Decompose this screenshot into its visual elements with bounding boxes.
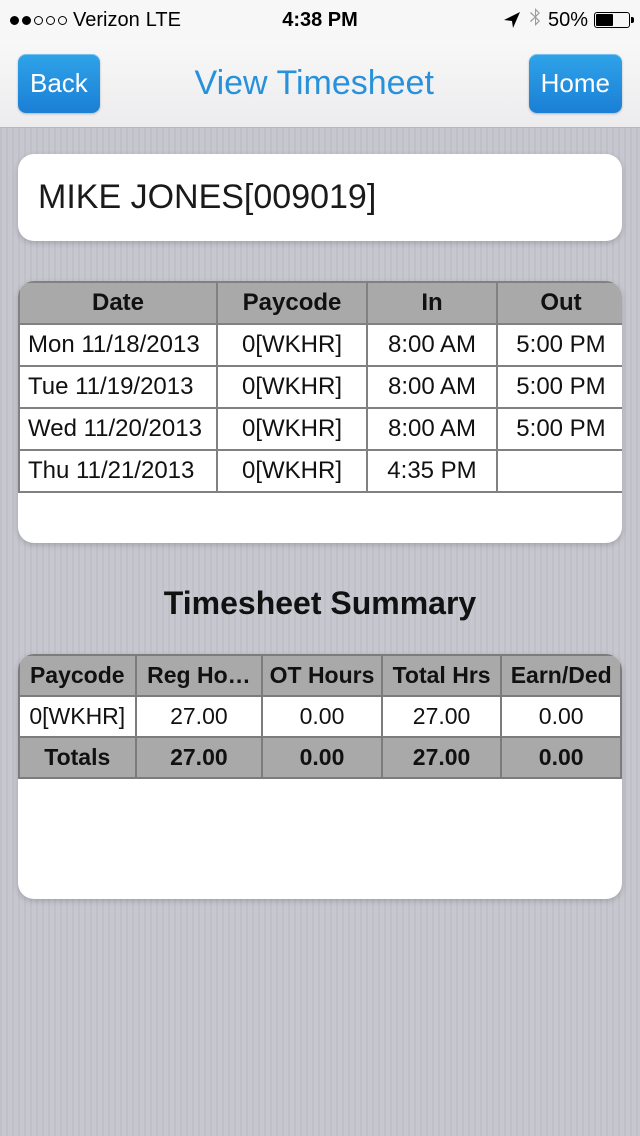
cell-paycode: 0[WKHR] (217, 324, 367, 366)
status-left: Verizon LTE (10, 9, 181, 32)
cell-totals-earn: 0.00 (501, 737, 621, 778)
col-header-out: Out (497, 282, 622, 324)
cell-out: 5:00 PM (497, 324, 622, 366)
network-label: LTE (146, 9, 181, 32)
summary-table: Paycode Reg Ho… OT Hours Total Hrs Earn/… (18, 654, 622, 779)
nav-bar: Back View Timesheet Home (0, 40, 640, 128)
page-title: View Timesheet (195, 64, 434, 103)
timesheet-row[interactable]: Thu 11/21/20130[WKHR]4:35 PM (19, 450, 622, 492)
cell-paycode: 0[WKHR] (217, 366, 367, 408)
col-header-in: In (367, 282, 497, 324)
cell-paycode: 0[WKHR] (217, 408, 367, 450)
cell-totals-ot: 0.00 (262, 737, 382, 778)
timesheet-row[interactable]: Wed 11/20/20130[WKHR]8:00 AM5:00 PM (19, 408, 622, 450)
timesheet-row[interactable]: Mon 11/18/20130[WKHR]8:00 AM5:00 PM (19, 324, 622, 366)
employee-card: MIKE JONES[009019] (18, 154, 622, 241)
cell-out (497, 450, 622, 492)
col-header-sum-paycode: Paycode (19, 655, 136, 696)
timesheet-header-row: Date Paycode In Out E (19, 282, 622, 324)
col-header-paycode: Paycode (217, 282, 367, 324)
timesheet-row[interactable]: Tue 11/19/20130[WKHR]8:00 AM5:00 PM (19, 366, 622, 408)
cell-in: 8:00 AM (367, 408, 497, 450)
home-button[interactable]: Home (529, 54, 622, 113)
cell-totals-total: 27.00 (382, 737, 502, 778)
back-button[interactable]: Back (18, 54, 100, 113)
cell-total-hrs: 27.00 (382, 696, 502, 737)
bluetooth-icon (528, 7, 542, 33)
cell-in[interactable]: 4:35 PM (367, 450, 497, 492)
summary-title: Timesheet Summary (18, 585, 622, 622)
status-right: 50% (502, 7, 630, 33)
cell-date: Wed 11/20/2013 (19, 408, 217, 450)
battery-pct: 50% (548, 9, 588, 32)
summary-row: 0[WKHR]27.000.0027.000.00 (19, 696, 621, 737)
cell-date: Thu 11/21/2013 (19, 450, 217, 492)
summary-totals-row: Totals27.000.0027.000.00 (19, 737, 621, 778)
cell-date: Tue 11/19/2013 (19, 366, 217, 408)
col-header-earn-ded: Earn/Ded (501, 655, 621, 696)
status-time: 4:38 PM (282, 9, 358, 32)
cell-reg-hours: 27.00 (136, 696, 263, 737)
col-header-total-hrs: Total Hrs (382, 655, 502, 696)
col-header-ot-hours: OT Hours (262, 655, 382, 696)
cell-in: 8:00 AM (367, 324, 497, 366)
carrier-label: Verizon (73, 9, 140, 32)
cell-ot-hours: 0.00 (262, 696, 382, 737)
col-header-date: Date (19, 282, 217, 324)
cell-earn-ded: 0.00 (501, 696, 621, 737)
cell-in: 8:00 AM (367, 366, 497, 408)
cell-date: Mon 11/18/2013 (19, 324, 217, 366)
employee-name: MIKE JONES[009019] (38, 178, 602, 217)
status-bar: Verizon LTE 4:38 PM 50% (0, 0, 640, 40)
timesheet-card: Date Paycode In Out E Mon 11/18/20130[WK… (18, 281, 622, 543)
battery-icon (594, 12, 630, 28)
signal-dots-icon (10, 16, 67, 25)
cell-paycode: 0[WKHR] (217, 450, 367, 492)
cell-out: 5:00 PM (497, 408, 622, 450)
location-icon (502, 10, 522, 30)
cell-totals-reg: 27.00 (136, 737, 263, 778)
summary-card: Paycode Reg Ho… OT Hours Total Hrs Earn/… (18, 654, 622, 899)
cell-totals-label: Totals (19, 737, 136, 778)
col-header-reg-hours: Reg Ho… (136, 655, 263, 696)
summary-header-row: Paycode Reg Ho… OT Hours Total Hrs Earn/… (19, 655, 621, 696)
cell-out: 5:00 PM (497, 366, 622, 408)
timesheet-scroll[interactable]: Date Paycode In Out E Mon 11/18/20130[WK… (18, 281, 622, 493)
timesheet-table: Date Paycode In Out E Mon 11/18/20130[WK… (18, 281, 622, 493)
cell-sum-paycode: 0[WKHR] (19, 696, 136, 737)
content: MIKE JONES[009019] Date Paycode In Out E (0, 128, 640, 899)
